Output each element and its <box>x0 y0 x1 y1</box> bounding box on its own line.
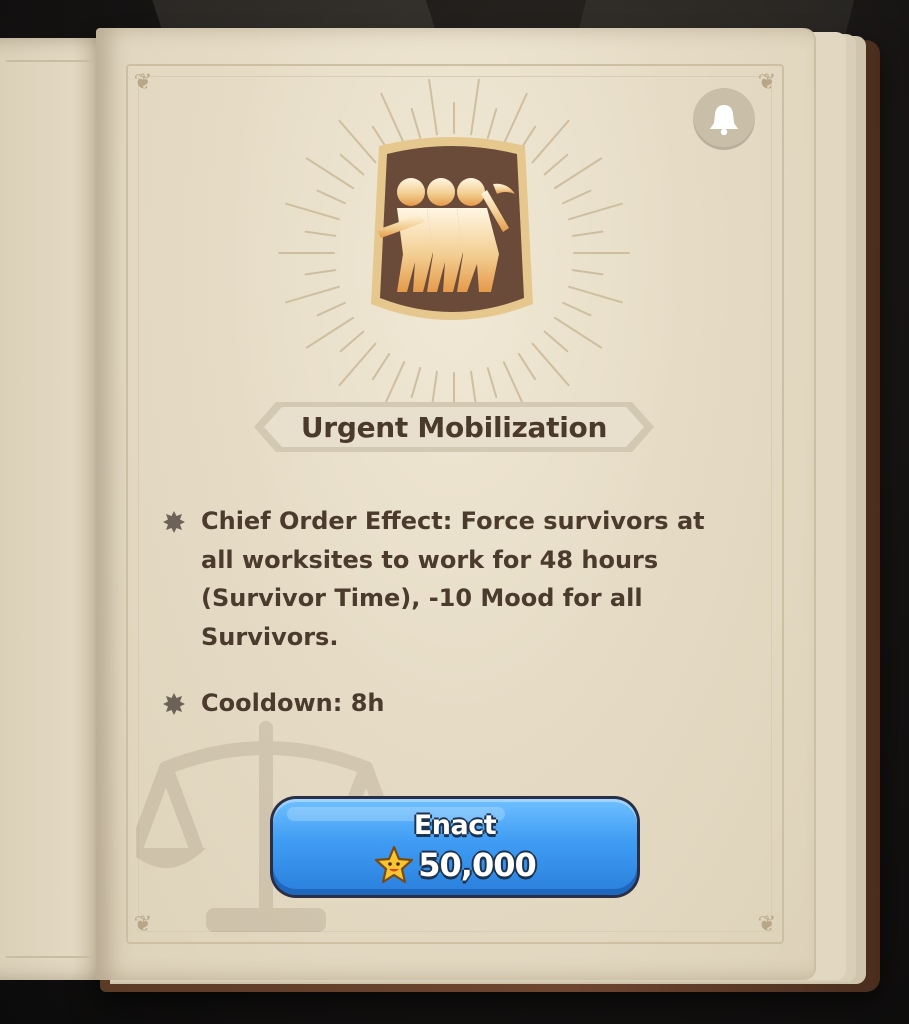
corner-ornament-icon: ❦ <box>757 70 777 95</box>
glow-ray <box>486 367 498 398</box>
star-coin-icon <box>375 845 414 884</box>
title-ribbon: Urgent Mobilization <box>254 398 654 456</box>
list-item: Cooldown: 8h <box>162 684 732 723</box>
glow-ray <box>428 78 438 136</box>
effect-list: Chief Order Effect: Force survivors at a… <box>162 502 732 723</box>
left-page <box>0 38 110 980</box>
notification-bell-button[interactable] <box>693 88 755 150</box>
enact-cost: 50,000 <box>273 845 637 885</box>
enact-button[interactable]: Enact 50,000 <box>270 796 640 898</box>
enact-label: Enact <box>413 810 497 841</box>
game-scene: ❦ ❦ ❦ ❦ Urgent Mobilization Chief Order … <box>0 0 909 1024</box>
glow-ray <box>470 78 480 136</box>
bell-icon <box>710 105 738 136</box>
bullet-gear-icon <box>163 693 185 715</box>
order-page: ❦ ❦ ❦ ❦ Urgent Mobilization Chief Order … <box>96 28 814 980</box>
marching-survivors-icon <box>371 137 533 320</box>
bullet-gear-icon <box>163 511 185 533</box>
cooldown-text: Cooldown: 8h <box>201 689 385 717</box>
left-page-frame <box>6 60 94 958</box>
enact-button-body: Enact 50,000 <box>273 799 637 895</box>
list-item: Chief Order Effect: Force survivors at a… <box>162 502 732 656</box>
glow-ray <box>410 367 422 398</box>
glow-ray <box>371 352 391 381</box>
cost-value: 50,000 <box>418 846 536 884</box>
glow-ray <box>517 352 537 381</box>
corner-ornament-icon: ❦ <box>133 70 153 95</box>
effect-description: Chief Order Effect: Force survivors at a… <box>201 507 705 651</box>
order-title: Urgent Mobilization <box>300 410 608 444</box>
corner-ornament-icon: ❦ <box>757 912 777 937</box>
